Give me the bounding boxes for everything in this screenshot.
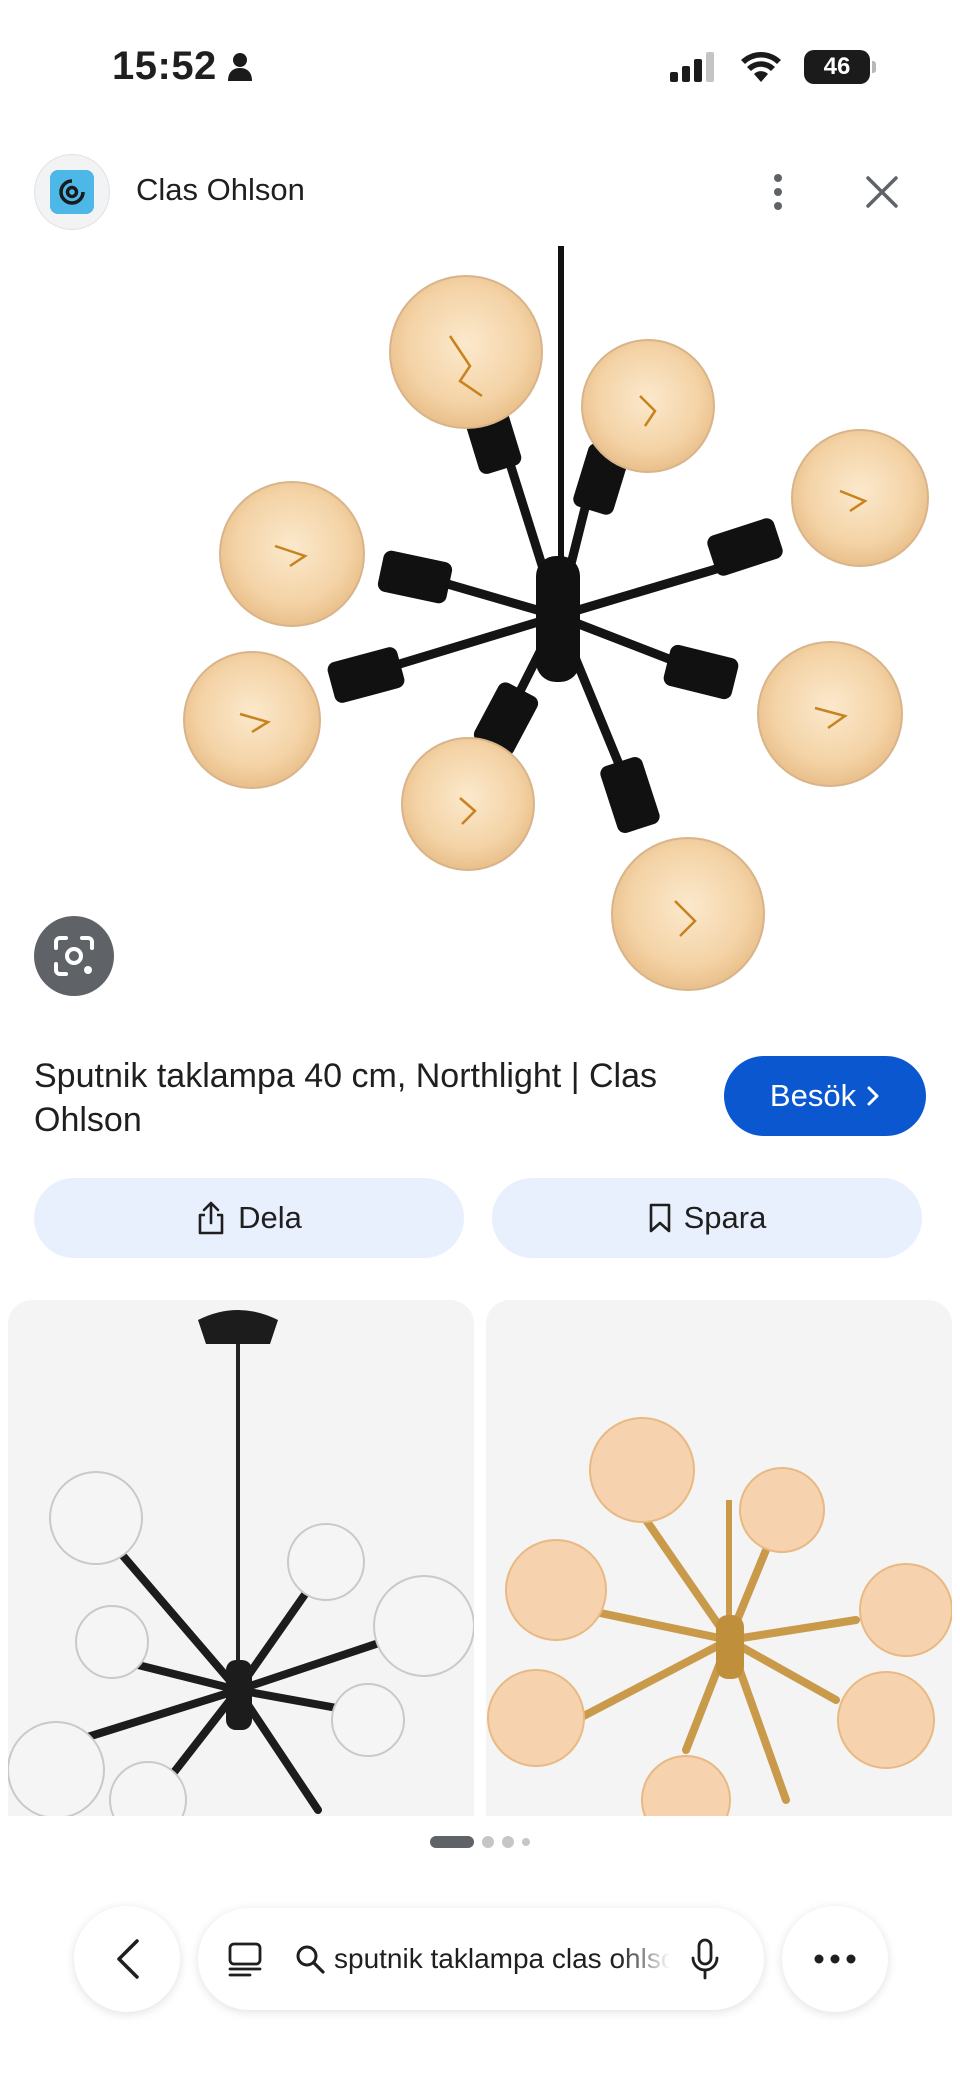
more-horiz-icon	[814, 1954, 856, 1964]
status-time-group: 15:52	[112, 44, 253, 89]
related-lamp-image	[8, 1310, 474, 1816]
status-indicators: 46	[670, 50, 876, 84]
product-image[interactable]	[0, 246, 960, 1006]
site-name[interactable]: Clas Ohlson	[136, 172, 305, 208]
more-button[interactable]	[782, 1906, 888, 2012]
site-favicon	[34, 154, 110, 230]
search-query[interactable]: sputnik taklampa clas ohlson	[334, 1943, 670, 1975]
microphone-icon[interactable]	[690, 1938, 720, 1980]
clas-ohlson-logo-icon	[50, 170, 94, 214]
back-button[interactable]	[74, 1906, 180, 2012]
page-dot	[522, 1838, 530, 1846]
google-lens-icon	[54, 936, 94, 976]
close-icon	[866, 176, 898, 208]
tab-switcher-icon[interactable]	[226, 1940, 264, 1978]
save-label: Spara	[683, 1200, 767, 1235]
share-icon	[198, 1201, 224, 1235]
bottom-bar: sputnik taklampa clas ohlson	[0, 1906, 960, 2012]
battery-indicator: 46	[804, 50, 876, 84]
person-icon	[227, 52, 252, 81]
close-button[interactable]	[858, 168, 906, 216]
carousel-page-indicator	[0, 1836, 960, 1848]
more-vert-icon	[774, 174, 782, 210]
share-label: Dela	[238, 1200, 302, 1235]
result-header: Clas Ohlson	[0, 150, 960, 234]
page-dot-active	[430, 1836, 474, 1848]
bookmark-icon	[649, 1203, 670, 1233]
result-title[interactable]: Sputnik taklampa 40 cm, Northlight | Cla…	[34, 1054, 674, 1142]
share-button[interactable]: Dela	[34, 1178, 464, 1258]
related-result-card[interactable]	[486, 1300, 952, 1816]
related-lamp-image	[487, 1417, 952, 1816]
search-bar[interactable]: sputnik taklampa clas ohlson	[198, 1908, 764, 2010]
chevron-left-icon	[117, 1939, 139, 1979]
page-dot	[502, 1836, 514, 1848]
chevron-right-icon	[867, 1086, 879, 1106]
visit-button-label: Besök	[769, 1078, 857, 1113]
related-result-card[interactable]	[8, 1300, 474, 1816]
search-icon	[296, 1945, 325, 1974]
lens-search-button[interactable]	[34, 916, 114, 996]
cellular-signal-icon	[670, 52, 714, 82]
battery-level: 46	[823, 53, 851, 80]
save-button[interactable]: Spara	[492, 1178, 922, 1258]
wifi-icon	[741, 52, 781, 82]
status-bar: 15:52 46	[0, 0, 960, 140]
status-time: 15:52	[112, 44, 217, 88]
visit-button[interactable]: Besök	[724, 1056, 926, 1136]
page-dot	[482, 1836, 494, 1848]
more-options-button[interactable]	[756, 168, 800, 216]
